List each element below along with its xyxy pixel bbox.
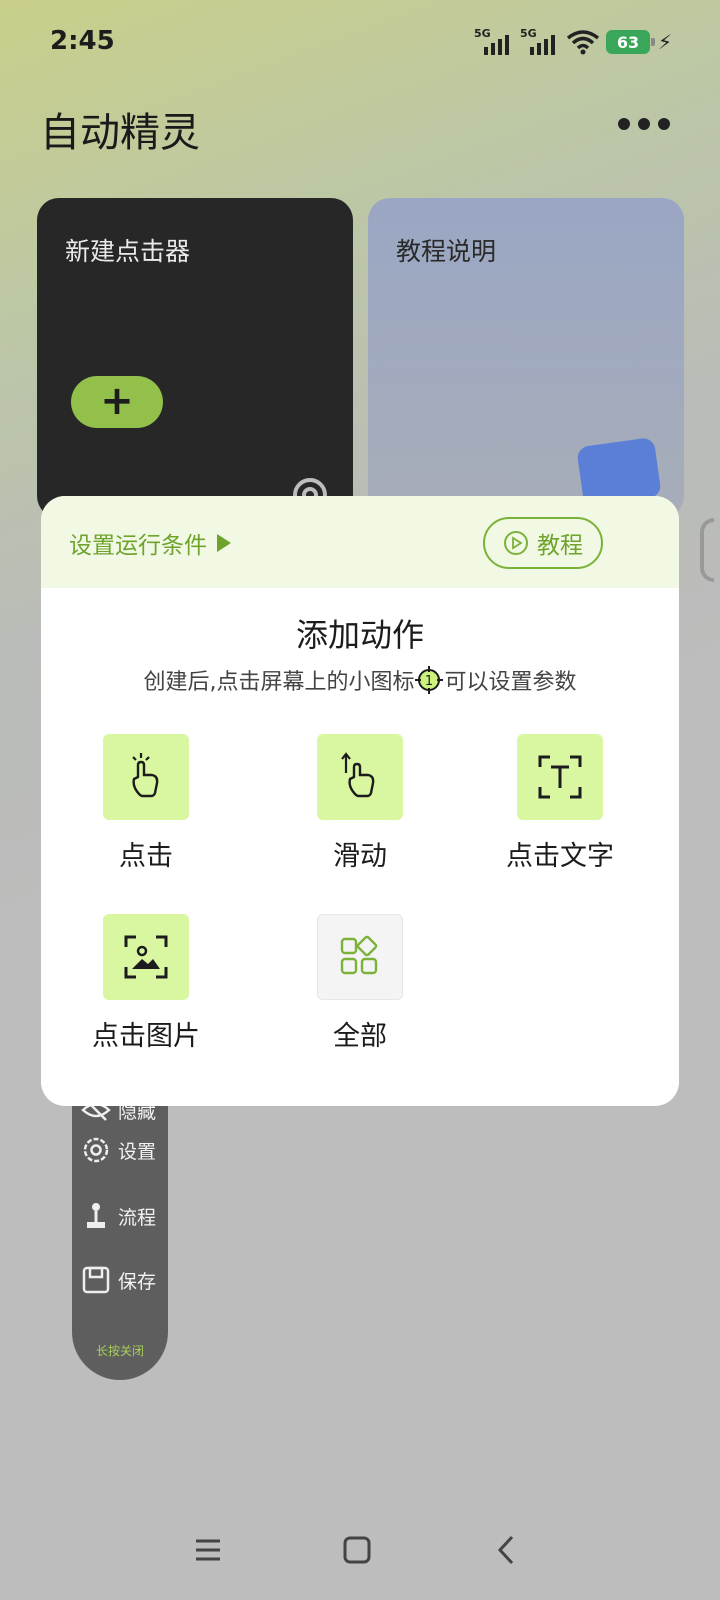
flow-button[interactable]: 流程 — [80, 1200, 156, 1232]
more-options-icon[interactable] — [618, 118, 670, 130]
action-tap-image[interactable]: 点击图片 — [61, 914, 231, 1053]
svg-text:1: 1 — [425, 674, 433, 689]
add-action-dialog: 设置运行条件 教程 添加动作 创建后,点击屏幕上的小图标 1 可以设置参数 点击… — [41, 496, 679, 1106]
swipe-icon — [341, 752, 375, 798]
flow-icon — [87, 1203, 105, 1228]
system-navigation-bar — [0, 1500, 720, 1600]
save-button[interactable]: 保存 — [80, 1264, 156, 1296]
menu-icon — [196, 1539, 220, 1561]
status-time: 2:45 — [50, 26, 115, 56]
floating-toolbar[interactable]: 隐藏 设置 流程 保存 长按关闭 — [72, 1060, 168, 1380]
signal-icon: 5G — [520, 27, 560, 57]
save-icon — [82, 1266, 110, 1294]
menu-nav-button[interactable] — [188, 1530, 228, 1570]
status-bar: 2:45 5G 5G 63 ⚡ — [0, 0, 720, 86]
new-clicker-title: 新建点击器 — [65, 237, 191, 266]
play-circle-icon — [504, 531, 528, 555]
tap-icon — [132, 753, 159, 798]
home-nav-button[interactable] — [337, 1530, 377, 1570]
play-arrow-icon — [217, 534, 231, 552]
action-all[interactable]: 全部 — [275, 914, 445, 1053]
add-button[interactable]: + — [71, 376, 163, 428]
battery-indicator: 63 — [605, 30, 655, 54]
dialog-subtitle: 创建后,点击屏幕上的小图标 1 可以设置参数 — [41, 664, 679, 696]
settings-button[interactable]: 设置 — [80, 1134, 156, 1166]
home-square-icon — [343, 1536, 371, 1564]
action-tap[interactable]: 点击 — [61, 734, 231, 873]
gear-icon — [83, 1137, 109, 1163]
tutorial-button[interactable]: 教程 — [483, 517, 603, 569]
dialog-header: 设置运行条件 教程 — [41, 496, 679, 588]
back-nav-button[interactable] — [487, 1530, 527, 1570]
charging-icon: ⚡ — [657, 30, 672, 54]
target-marker-icon: 1 — [415, 666, 444, 694]
tutorial-card-title: 教程说明 — [396, 237, 497, 266]
grid-icon — [340, 935, 378, 975]
image-scan-icon — [124, 935, 168, 979]
edge-handle[interactable] — [700, 518, 714, 582]
wifi-icon — [566, 30, 600, 55]
dialog-title: 添加动作 — [295, 616, 424, 654]
back-chevron-icon — [497, 1535, 514, 1565]
signal-icon: 5G — [474, 27, 514, 57]
status-icons: 5G 5G 63 ⚡ — [474, 24, 672, 60]
long-press-close-hint: 长按关闭 — [95, 1344, 144, 1358]
action-tap-text[interactable]: 点击文字 — [475, 734, 645, 873]
new-clicker-card[interactable]: 新建点击器 + — [37, 198, 353, 518]
tutorial-card[interactable]: 教程说明 — [368, 198, 684, 518]
run-condition-link[interactable]: 设置运行条件 — [69, 526, 231, 560]
text-scan-icon — [538, 755, 582, 799]
app-title: 自动精灵 — [40, 110, 200, 156]
action-swipe[interactable]: 滑动 — [275, 734, 445, 873]
